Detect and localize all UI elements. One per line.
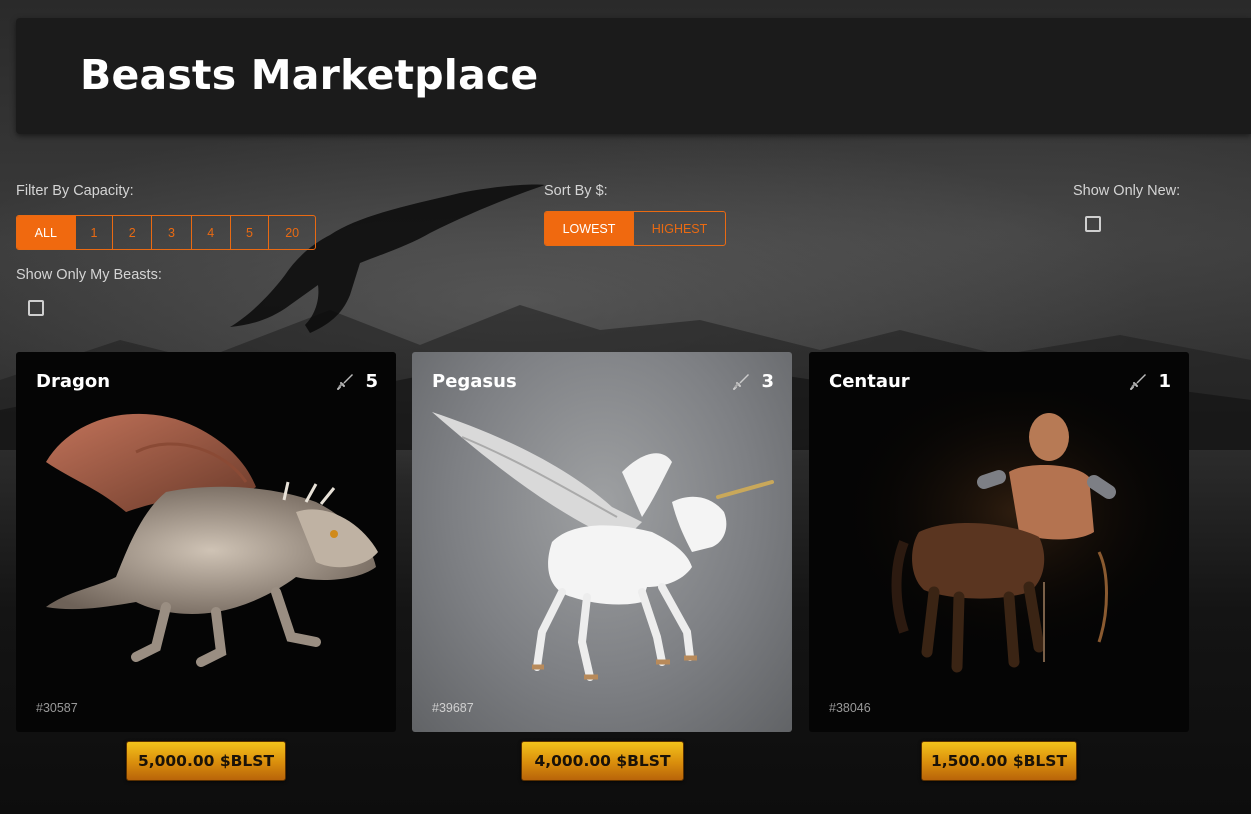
beast-card-dragon[interactable]: Dragon 5 #30587 xyxy=(16,352,396,732)
sort-highest-button[interactable]: HIGHEST xyxy=(634,212,725,245)
show-mine-label: Show Only My Beasts: xyxy=(16,267,162,283)
capacity-filter-label: Filter By Capacity: xyxy=(16,183,134,199)
beast-capacity: 3 xyxy=(731,371,774,392)
capacity-option-3[interactable]: 3 xyxy=(152,216,192,249)
capacity-option-2[interactable]: 2 xyxy=(113,216,153,249)
buy-price-button-centaur[interactable]: 1,500.00 $BLST xyxy=(921,741,1077,781)
buy-price-button-pegasus[interactable]: 4,000.00 $BLST xyxy=(521,741,684,781)
beast-card-centaur[interactable]: Centaur 1 #38046 xyxy=(809,352,1189,732)
sword-icon xyxy=(733,373,750,390)
show-new-label: Show Only New: xyxy=(1073,183,1181,199)
page-header: Beasts Marketplace xyxy=(16,18,1251,134)
capacity-option-20[interactable]: 20 xyxy=(269,216,315,249)
beast-capacity-value: 1 xyxy=(1158,371,1171,392)
sort-label: Sort By $: xyxy=(544,183,608,199)
background-dragon-silhouette xyxy=(230,184,545,333)
beast-name: Dragon xyxy=(36,371,111,392)
beast-capacity-value: 3 xyxy=(761,371,774,392)
capacity-option-all[interactable]: ALL xyxy=(17,216,76,249)
beast-id: #30587 xyxy=(36,701,78,715)
show-new-checkbox[interactable] xyxy=(1085,216,1101,232)
show-mine-checkbox[interactable] xyxy=(28,300,44,316)
sort-lowest-button[interactable]: LOWEST xyxy=(545,212,635,245)
beast-card-pegasus[interactable]: Pegasus 3 #39687 xyxy=(412,352,792,732)
beast-id: #39687 xyxy=(432,701,474,715)
capacity-option-1[interactable]: 1 xyxy=(76,216,114,249)
beast-name: Centaur xyxy=(829,371,910,392)
sword-icon xyxy=(1130,373,1147,390)
page-title: Beasts Marketplace xyxy=(80,51,539,99)
beast-capacity-value: 5 xyxy=(365,371,378,392)
beast-capacity: 1 xyxy=(1128,371,1171,392)
buy-price-button-dragon[interactable]: 5,000.00 $BLST xyxy=(126,741,286,781)
beast-name: Pegasus xyxy=(432,371,517,392)
pegasus-image xyxy=(432,412,774,681)
centaur-image xyxy=(809,392,1189,692)
beast-capacity: 5 xyxy=(335,371,378,392)
capacity-filter-group: ALL 1 2 3 4 5 20 xyxy=(16,215,316,250)
beast-id: #38046 xyxy=(829,701,871,715)
dragon-image xyxy=(46,413,378,667)
sword-icon xyxy=(337,373,354,390)
capacity-option-5[interactable]: 5 xyxy=(231,216,270,249)
capacity-option-4[interactable]: 4 xyxy=(192,216,231,249)
sort-toggle-group: LOWEST HIGHEST xyxy=(544,211,726,246)
